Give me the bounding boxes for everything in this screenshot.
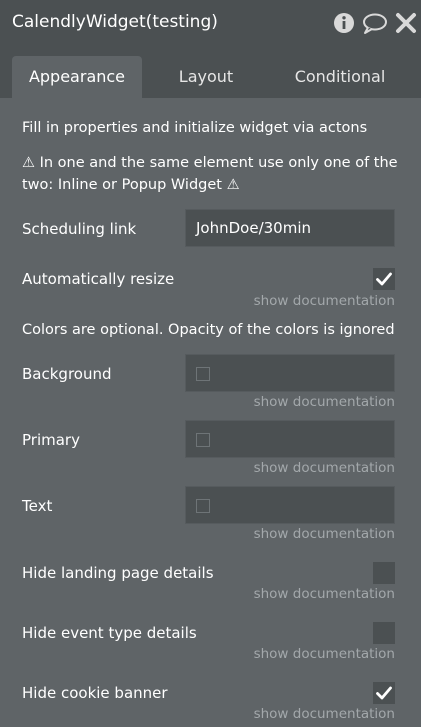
window-title: CalendlyWidget(testing)	[12, 12, 218, 32]
hide-landing-checkbox[interactable]	[373, 562, 395, 584]
primary-doc-link[interactable]: show documentation	[254, 460, 395, 476]
text-doc-link[interactable]: show documentation	[254, 526, 395, 542]
scheduling-link-input[interactable]: JohnDoe/30min	[185, 209, 395, 247]
hide-landing-doc-link[interactable]: show documentation	[254, 586, 395, 602]
primary-color-input[interactable]	[185, 420, 395, 458]
auto-resize-label: Automatically resize	[22, 270, 175, 288]
warning-text-line1: ⚠ In one and the same element use only o…	[22, 155, 398, 171]
background-doc-link[interactable]: show documentation	[254, 394, 395, 410]
background-color-input[interactable]	[185, 354, 395, 392]
info-icon[interactable]	[332, 11, 356, 35]
tab-bar: Appearance Layout Conditional	[0, 47, 421, 98]
background-color-swatch	[196, 367, 210, 381]
text-color-label: Text	[22, 497, 53, 515]
scheduling-link-label: Scheduling link	[22, 220, 137, 238]
chat-icon[interactable]	[362, 11, 387, 35]
hide-cookie-label: Hide cookie banner	[22, 684, 168, 702]
hide-event-doc-link[interactable]: show documentation	[254, 646, 395, 662]
tab-conditional[interactable]: Conditional	[270, 56, 410, 98]
warning-text-line2: two: Inline or Popup Widget ⚠	[22, 177, 240, 193]
text-color-input[interactable]	[185, 486, 395, 524]
tab-layout[interactable]: Layout	[146, 56, 266, 98]
primary-label: Primary	[22, 431, 80, 449]
auto-resize-doc-link[interactable]: show documentation	[254, 293, 395, 309]
checkmark-icon	[376, 686, 392, 700]
hide-cookie-checkbox[interactable]	[373, 682, 395, 704]
auto-resize-checkbox[interactable]	[373, 268, 395, 290]
checkmark-icon	[376, 272, 392, 286]
tab-appearance[interactable]: Appearance	[12, 56, 142, 98]
primary-color-swatch	[196, 433, 210, 447]
hide-event-checkbox[interactable]	[373, 622, 395, 644]
background-label: Background	[22, 365, 112, 383]
close-icon[interactable]	[394, 11, 418, 35]
hide-event-label: Hide event type details	[22, 624, 197, 642]
scheduling-link-value: JohnDoe/30min	[196, 219, 311, 237]
intro-text: Fill in properties and initialize widget…	[22, 120, 368, 136]
hide-landing-label: Hide landing page details	[22, 564, 214, 582]
hide-cookie-doc-link[interactable]: show documentation	[254, 706, 395, 722]
title-bar: CalendlyWidget(testing)	[0, 0, 421, 47]
colors-note: Colors are optional. Opacity of the colo…	[22, 322, 395, 338]
text-color-swatch	[196, 499, 210, 513]
